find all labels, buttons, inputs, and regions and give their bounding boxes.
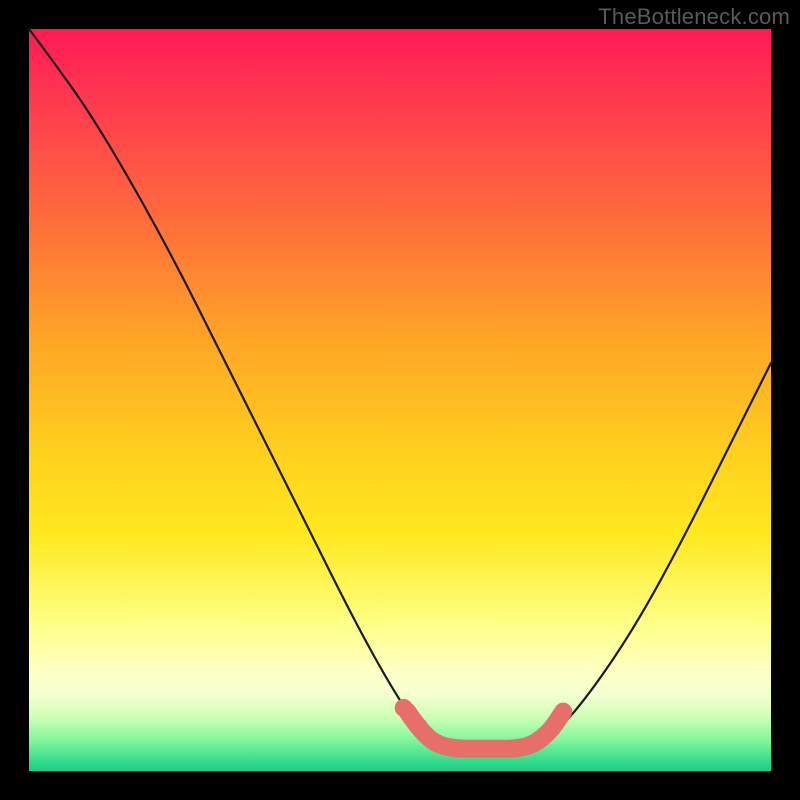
watermark-text: TheBottleneck.com [598, 4, 790, 30]
chart-frame: TheBottleneck.com [0, 0, 800, 800]
overlay-dot [395, 699, 413, 717]
curves-layer [29, 29, 771, 771]
overlay-dot [410, 718, 428, 736]
left-curve [29, 29, 452, 749]
right-curve [526, 363, 771, 749]
plot-area [29, 29, 771, 771]
optimal-band-overlay [407, 712, 563, 749]
